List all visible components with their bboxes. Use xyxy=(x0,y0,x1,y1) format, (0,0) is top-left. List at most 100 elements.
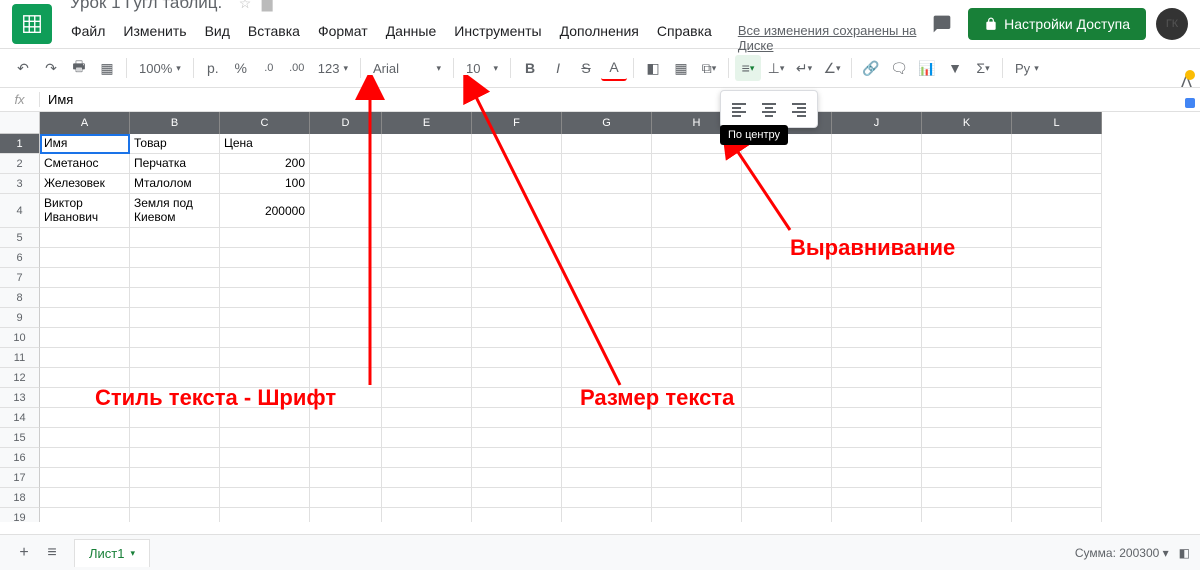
row-header[interactable]: 7 xyxy=(0,268,40,288)
cell[interactable] xyxy=(310,288,382,308)
cell[interactable] xyxy=(310,408,382,428)
cell[interactable] xyxy=(652,174,742,194)
cell[interactable] xyxy=(652,194,742,228)
cell[interactable] xyxy=(562,388,652,408)
cell[interactable] xyxy=(652,408,742,428)
cell[interactable] xyxy=(832,408,922,428)
cell[interactable] xyxy=(382,134,472,154)
cell[interactable] xyxy=(652,428,742,448)
cell[interactable] xyxy=(472,428,562,448)
row-header[interactable]: 9 xyxy=(0,308,40,328)
cell[interactable] xyxy=(742,228,832,248)
cell[interactable] xyxy=(832,328,922,348)
cell[interactable] xyxy=(310,328,382,348)
folder-icon[interactable]: ▇ xyxy=(262,0,273,12)
cell[interactable] xyxy=(40,228,130,248)
cell[interactable] xyxy=(310,248,382,268)
cell[interactable] xyxy=(652,368,742,388)
cell[interactable] xyxy=(220,228,310,248)
cell[interactable] xyxy=(472,288,562,308)
cell[interactable] xyxy=(562,228,652,248)
cell[interactable] xyxy=(472,468,562,488)
row-header[interactable]: 11 xyxy=(0,348,40,368)
cell[interactable] xyxy=(382,328,472,348)
text-color-button[interactable]: A xyxy=(601,55,627,81)
sheets-logo[interactable] xyxy=(12,4,52,44)
cell[interactable] xyxy=(1012,328,1102,348)
cell[interactable] xyxy=(472,488,562,508)
cell[interactable] xyxy=(832,134,922,154)
cell-b4[interactable]: Земля под Киевом xyxy=(130,194,220,228)
cell[interactable] xyxy=(130,468,220,488)
cell[interactable] xyxy=(922,308,1012,328)
horizontal-align-button[interactable]: ≡▾ xyxy=(735,55,761,81)
menu-insert[interactable]: Вставка xyxy=(241,19,307,57)
cell[interactable] xyxy=(1012,468,1102,488)
cell[interactable] xyxy=(130,388,220,408)
cell[interactable] xyxy=(922,328,1012,348)
cell[interactable] xyxy=(922,174,1012,194)
cell[interactable] xyxy=(472,174,562,194)
cell[interactable] xyxy=(652,468,742,488)
cell[interactable] xyxy=(310,448,382,468)
cell[interactable] xyxy=(40,288,130,308)
borders-button[interactable]: ▦ xyxy=(668,55,694,81)
cell[interactable] xyxy=(472,408,562,428)
explore-button[interactable]: ◧ xyxy=(1179,546,1190,560)
keep-icon[interactable] xyxy=(1185,70,1195,80)
cell[interactable] xyxy=(382,174,472,194)
italic-button[interactable]: I xyxy=(545,55,571,81)
cell[interactable] xyxy=(382,488,472,508)
cell[interactable] xyxy=(220,348,310,368)
cell[interactable] xyxy=(652,448,742,468)
cell[interactable] xyxy=(832,174,922,194)
row-header[interactable]: 12 xyxy=(0,368,40,388)
percent-button[interactable]: % xyxy=(228,55,254,81)
currency-button[interactable]: р. xyxy=(200,55,226,81)
strike-button[interactable]: S xyxy=(573,55,599,81)
cell[interactable] xyxy=(220,508,310,522)
cell[interactable] xyxy=(310,154,382,174)
cell[interactable] xyxy=(1012,508,1102,522)
menu-file[interactable]: Файл xyxy=(64,19,112,57)
cell[interactable] xyxy=(130,428,220,448)
cell-a2[interactable]: Сметанос xyxy=(40,154,130,174)
cell[interactable] xyxy=(310,194,382,228)
cell[interactable] xyxy=(562,508,652,522)
saved-status[interactable]: Все изменения сохранены на Диске xyxy=(731,19,926,57)
cell[interactable] xyxy=(742,448,832,468)
cell[interactable] xyxy=(562,308,652,328)
col-header-a[interactable]: A xyxy=(40,112,130,134)
cell[interactable] xyxy=(130,368,220,388)
cell[interactable] xyxy=(1012,134,1102,154)
cell[interactable] xyxy=(472,308,562,328)
cell[interactable] xyxy=(310,368,382,388)
col-header-g[interactable]: G xyxy=(562,112,652,134)
cell[interactable] xyxy=(562,328,652,348)
cell[interactable] xyxy=(40,508,130,522)
cell[interactable] xyxy=(562,448,652,468)
cell[interactable] xyxy=(832,288,922,308)
cell-c3[interactable]: 100 xyxy=(220,174,310,194)
cell[interactable] xyxy=(1012,428,1102,448)
cell[interactable] xyxy=(562,408,652,428)
cell[interactable] xyxy=(220,308,310,328)
cell[interactable] xyxy=(40,428,130,448)
cell-c2[interactable]: 200 xyxy=(220,154,310,174)
cell[interactable] xyxy=(310,268,382,288)
cell[interactable] xyxy=(1012,228,1102,248)
cell[interactable] xyxy=(472,448,562,468)
cell[interactable] xyxy=(1012,408,1102,428)
number-format-select[interactable]: 123▾ xyxy=(312,61,354,76)
cell[interactable] xyxy=(742,388,832,408)
row-header-2[interactable]: 2 xyxy=(0,154,40,174)
cell[interactable] xyxy=(310,468,382,488)
col-header-d[interactable]: D xyxy=(310,112,382,134)
cell[interactable] xyxy=(742,328,832,348)
tasks-icon[interactable] xyxy=(1185,98,1195,108)
cell[interactable] xyxy=(742,368,832,388)
cell[interactable] xyxy=(832,228,922,248)
cell[interactable] xyxy=(832,508,922,522)
avatar[interactable]: ГК xyxy=(1156,8,1188,40)
cell[interactable] xyxy=(220,388,310,408)
